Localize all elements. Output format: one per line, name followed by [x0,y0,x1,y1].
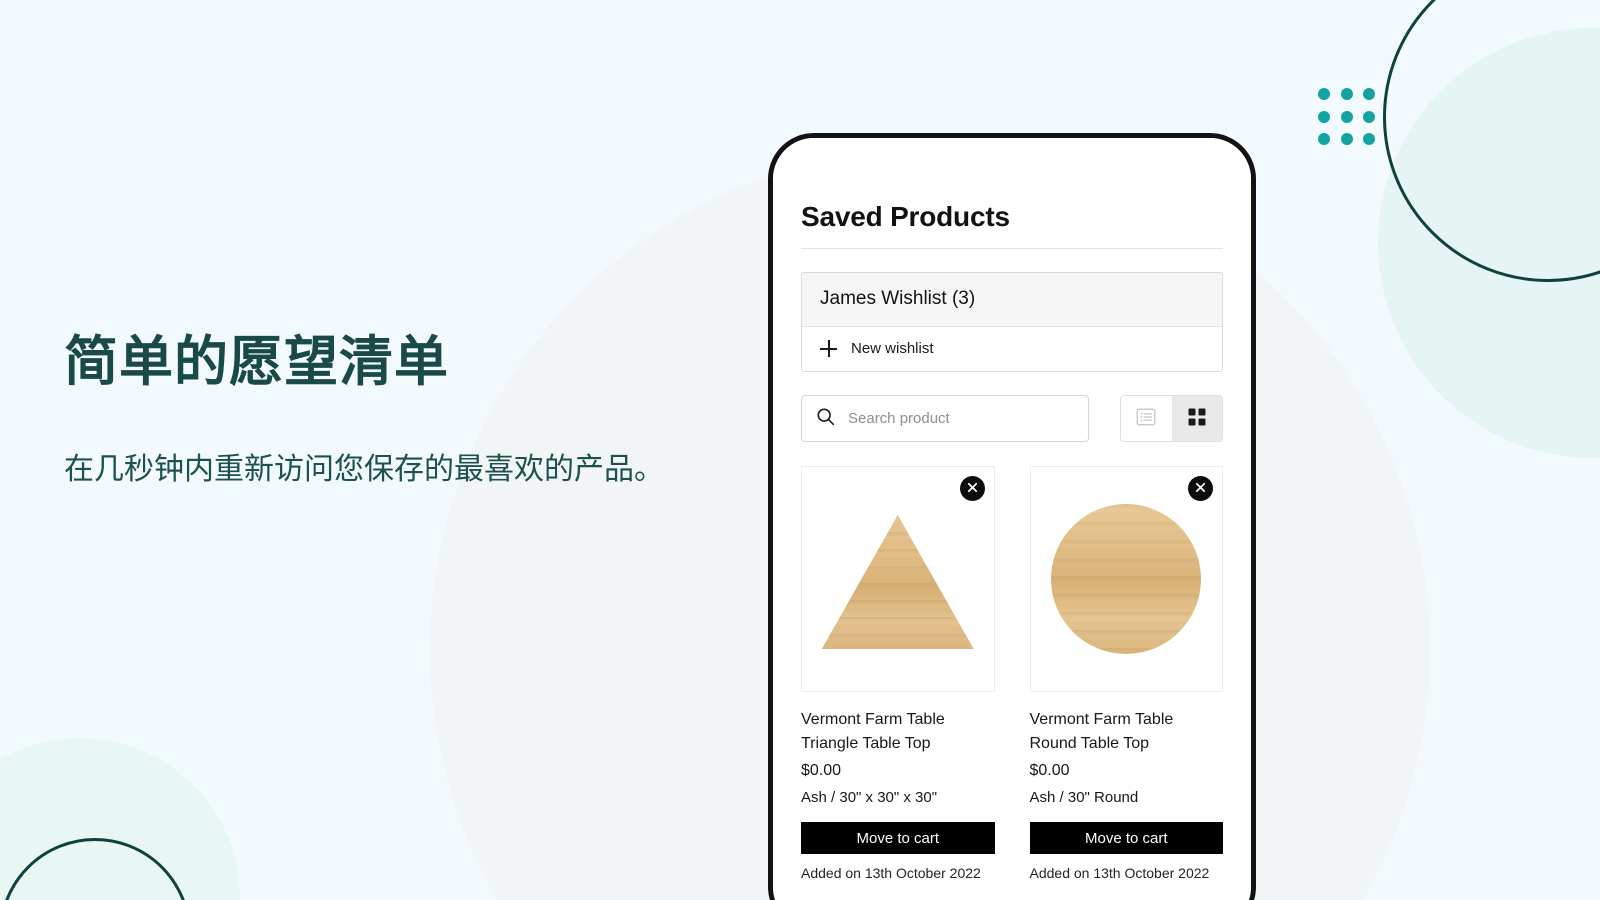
product-added-date: Added on 13th October 2022 [801,865,981,882]
product-price: $0.00 [801,762,842,780]
product-variant: Ash / 30" x 30" x 30" [801,789,938,807]
move-to-cart-button[interactable]: Move to cart [801,822,995,855]
mint-circle-top-right [1378,28,1600,458]
product-image[interactable] [1029,466,1223,692]
search-icon [816,407,835,431]
product-grid: Vermont Farm Table Triangle Table Top $0… [801,466,1223,881]
list-view-button[interactable] [1121,396,1172,441]
view-toggle [1120,395,1223,442]
page-title: 简单的愿望清单 [64,332,449,392]
close-icon [1195,481,1206,496]
grid-view-icon [1187,407,1207,430]
close-icon [967,481,978,496]
plus-icon [820,340,837,357]
wood-round-table-top-image [1051,504,1202,654]
new-wishlist-label: New wishlist [851,340,934,357]
move-to-cart-button[interactable]: Move to cart [1029,822,1223,855]
new-wishlist-item[interactable]: New wishlist [802,327,1222,371]
product-name: Vermont Farm Table Round Table Top [1029,711,1174,752]
product-card: Vermont Farm Table Round Table Top $0.00… [1029,466,1223,882]
wishlist-selector[interactable]: James Wishlist (3) New wishlist [801,272,1223,372]
remove-product-button[interactable] [959,476,985,501]
grid-view-button[interactable] [1171,396,1222,441]
remove-product-button[interactable] [1188,476,1213,501]
product-image[interactable] [801,466,995,692]
search-toolbar [801,395,1223,442]
search-input[interactable] [848,410,1074,427]
list-view-icon [1135,406,1157,431]
product-variant: Ash / 30" Round [1029,789,1139,807]
phone-mockup: Saved Products James Wishlist (3) New wi… [768,133,1256,900]
phone-screen: Saved Products James Wishlist (3) New wi… [773,138,1251,900]
wood-triangle-table-top-image [821,515,974,649]
search-box[interactable] [801,395,1089,442]
title-divider [801,248,1223,249]
wishlist-current-item[interactable]: James Wishlist (3) [802,273,1222,327]
outline-circle-bottom-left [0,838,191,900]
hero-copy: 简单的愿望清单 在几秒钟内重新访问您保存的最喜欢的产品。 [64,330,764,492]
product-price: $0.00 [1029,762,1070,780]
product-card: Vermont Farm Table Triangle Table Top $0… [801,466,995,881]
page-root: 简单的愿望清单 在几秒钟内重新访问您保存的最喜欢的产品。 Saved Produ… [0,0,1600,900]
mint-circle-bottom-left [0,738,240,900]
product-name: Vermont Farm Table Triangle Table Top [801,711,945,752]
product-added-date: Added on 13th October 2022 [1029,865,1210,882]
hero-subtitle: 在几秒钟内重新访问您保存的最喜欢的产品。 [64,452,664,486]
outline-circle-top-right [1383,0,1600,282]
dot-grid-decoration [1318,88,1376,146]
saved-products-title: Saved Products [801,201,1010,232]
